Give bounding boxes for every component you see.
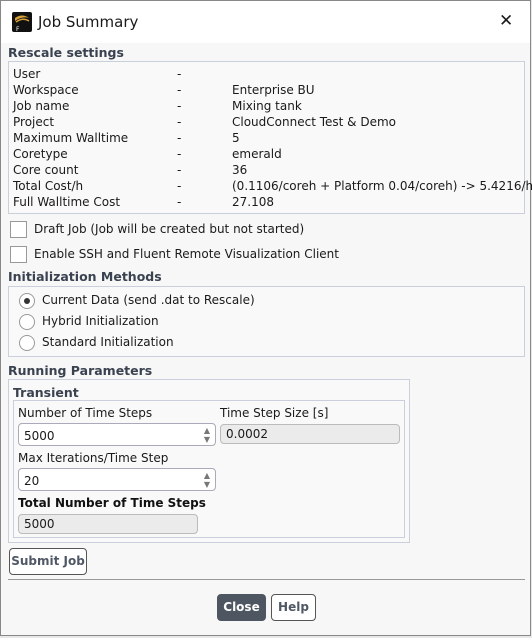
rescale-row-sep: - (177, 115, 182, 129)
running-parameters-box: Transient Number of Time Steps 5000 ▲ ▼ T… (8, 379, 410, 543)
running-parameters-heading: Running Parameters (8, 363, 153, 378)
draft-job-label: Draft Job (Job will be created but not s… (34, 222, 305, 236)
rescale-row-value: Mixing tank (232, 99, 302, 113)
close-button[interactable]: Close (217, 594, 266, 621)
max-iter-input[interactable]: 20 ▲ ▼ (18, 468, 216, 491)
rescale-row-label: Workspace (13, 83, 79, 97)
rescale-row-label: Core count (13, 163, 79, 177)
max-iter-value: 20 (24, 474, 40, 488)
job-summary-dialog: F Job Summary ✕ Rescale settings User - Wo… (0, 0, 532, 636)
ssh-checkbox[interactable] (10, 246, 27, 263)
radio-label: Standard Initialization (42, 335, 174, 349)
rescale-row-sep: - (177, 67, 182, 81)
rescale-row-label: Full Walltime Cost (13, 195, 121, 209)
rescale-row-sep: - (177, 131, 182, 145)
radio-label: Hybrid Initialization (42, 314, 159, 328)
rescale-row-value: 27.108 (232, 195, 274, 209)
title-bar: F Job Summary ✕ (1, 1, 530, 43)
rescale-row-value: Enterprise BU (232, 83, 315, 97)
rescale-row-value: 5 (232, 131, 240, 145)
total-steps-field: 5000 (18, 514, 198, 534)
rescale-settings-heading: Rescale settings (8, 45, 124, 60)
num-steps-value: 5000 (24, 429, 55, 443)
rescale-row-value: 36 (232, 163, 248, 177)
spinner-arrows-icon[interactable]: ▲ ▼ (202, 426, 212, 444)
close-icon[interactable]: ✕ (499, 11, 513, 31)
radio-standard-initialization[interactable] (19, 335, 35, 351)
radio-label: Current Data (send .dat to Rescale) (42, 293, 255, 307)
rescale-row-label: Coretype (13, 147, 68, 161)
spinner-arrows-icon[interactable]: ▲ ▼ (202, 471, 212, 489)
rescale-row-sep: - (177, 179, 182, 193)
fluent-app-icon: F (12, 12, 32, 33)
divider (8, 579, 525, 580)
window-title: Job Summary (38, 13, 139, 31)
radio-hybrid-initialization[interactable] (19, 314, 35, 330)
rescale-row-label: Job name (13, 99, 70, 113)
num-steps-label: Number of Time Steps (18, 406, 153, 420)
rescale-row-label: User (13, 67, 41, 81)
rescale-settings-box: User - Workspace - Enterprise BU Job name - Mix… (8, 61, 532, 214)
rescale-row-sep: - (177, 147, 182, 161)
rescale-row-value: CloudConnect Test & Demo (232, 115, 396, 129)
step-size-label: Time Step Size [s] (220, 406, 329, 420)
rescale-row-label: Project (13, 115, 55, 129)
rescale-row-sep: - (177, 195, 182, 209)
rescale-row-label: Maximum Walltime (13, 131, 129, 145)
radio-current-data[interactable] (19, 293, 35, 309)
initialization-methods-heading: Initialization Methods (8, 269, 162, 284)
initialization-methods-box: Current Data (send .dat to Rescale) Hybr… (8, 286, 525, 357)
rescale-row-sep: - (177, 99, 182, 113)
rescale-row-value: emerald (232, 147, 282, 161)
rescale-row-label: Total Cost/h (13, 179, 84, 193)
rescale-row-value: (0.1106/coreh + Platform 0.04/coreh) -> … (232, 179, 532, 193)
svg-text:F: F (16, 26, 20, 32)
transient-box: Number of Time Steps 5000 ▲ ▼ Time Step S… (13, 400, 405, 538)
ssh-label: Enable SSH and Fluent Remote Visualizati… (34, 247, 339, 261)
max-iter-label: Max Iterations/Time Step (18, 451, 169, 465)
step-size-field: 0.0002 (220, 424, 400, 444)
draft-job-checkbox[interactable] (10, 221, 27, 238)
rescale-row-sep: - (177, 163, 182, 177)
help-button[interactable]: Help (271, 594, 316, 621)
rescale-row-sep: - (177, 83, 182, 97)
total-steps-label: Total Number of Time Steps (18, 496, 206, 510)
num-steps-input[interactable]: 5000 ▲ ▼ (18, 423, 216, 446)
transient-heading: Transient (13, 385, 79, 400)
submit-job-button[interactable]: Submit Job (9, 548, 87, 575)
